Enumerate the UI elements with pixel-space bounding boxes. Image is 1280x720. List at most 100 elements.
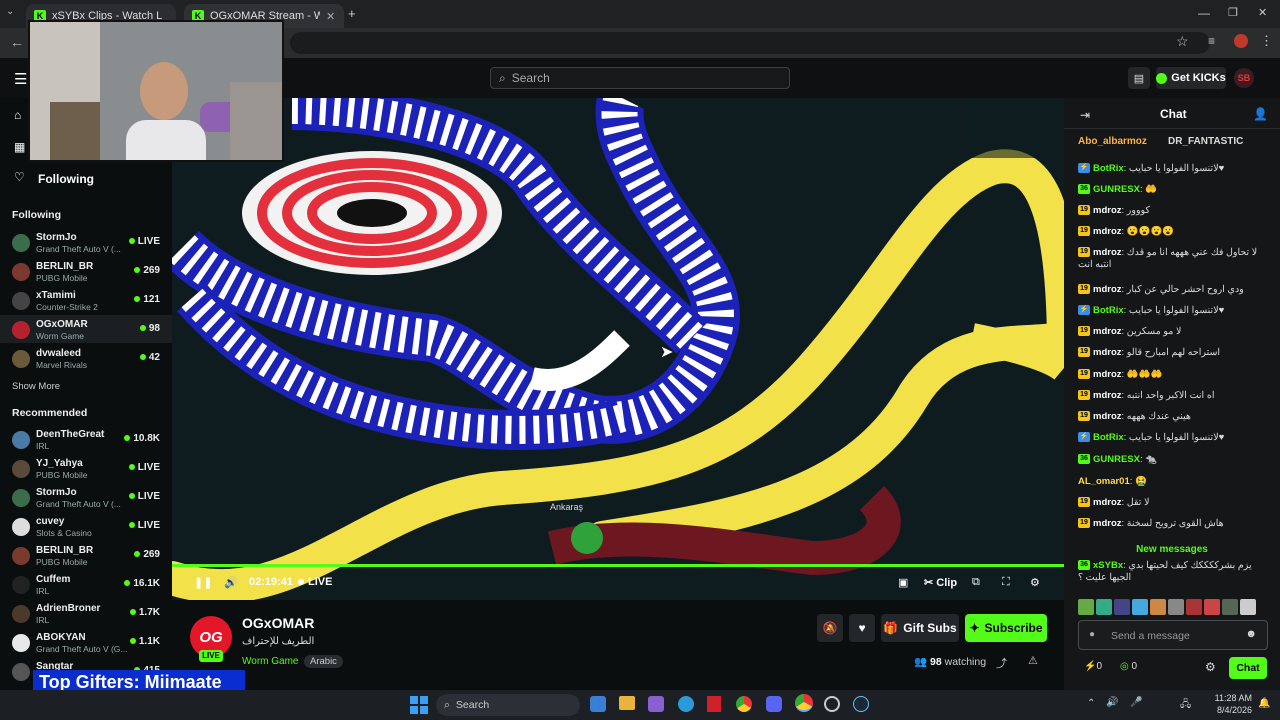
chat-username[interactable]: mdroz — [1093, 326, 1122, 337]
chat-username[interactable]: mdroz — [1093, 390, 1122, 401]
emote-icon[interactable] — [1222, 599, 1238, 615]
close-icon[interactable]: ✕ — [326, 10, 335, 23]
search-input[interactable]: ⌕ Search — [490, 67, 790, 89]
sidebar-item-deenthegreat[interactable]: DeenTheGreat IRL 10.8K — [0, 425, 172, 453]
pinned-user[interactable]: DR_FANTASTIC — [1168, 136, 1243, 147]
emote-icon[interactable] — [1240, 599, 1256, 615]
bookmark-star-icon[interactable]: ☆ — [1176, 33, 1189, 50]
nav-following[interactable]: Following — [38, 172, 94, 186]
follow-button[interactable]: ♥ — [849, 614, 875, 642]
sidebar-item-adrienbroner[interactable]: AdrienBroner IRL 1.7K — [0, 599, 172, 627]
network-icon[interactable]: 🖧 — [1180, 697, 1191, 714]
chat-username[interactable]: mdroz — [1093, 226, 1122, 237]
chat-settings-icon[interactable]: ⚙ — [1205, 660, 1216, 674]
emote-icon[interactable] — [1204, 599, 1220, 615]
chat-username[interactable]: mdroz — [1093, 247, 1122, 258]
store-icon[interactable] — [648, 696, 664, 712]
chat-input[interactable]: ● Send a message ☻ — [1078, 620, 1268, 650]
sidebar-item-xtamimi[interactable]: xTamimi Counter-Strike 2 121 — [0, 286, 172, 314]
chat-username[interactable]: mdroz — [1093, 205, 1122, 216]
notifications-icon[interactable]: 🔔 — [1258, 698, 1270, 709]
clock-date[interactable]: 8/4/2026 — [1204, 705, 1252, 715]
live-indicator[interactable]: LIVE — [298, 576, 332, 588]
volume-tray-icon[interactable]: 🔊 — [1106, 697, 1118, 708]
emote-icon[interactable] — [1078, 599, 1094, 615]
channel-name[interactable]: OGxOMAR — [242, 615, 314, 631]
emote-icon[interactable] — [1168, 599, 1184, 615]
sidebar-item-stormjo[interactable]: StormJo Grand Theft Auto V (... LIVE — [0, 228, 172, 256]
pause-icon[interactable]: ❚❚ — [194, 576, 212, 589]
sidebar-item-cuvey[interactable]: cuvey Slots & Casino LIVE — [0, 512, 172, 540]
edge-icon[interactable] — [678, 696, 694, 712]
settings-gear-icon[interactable]: ⚙ — [1030, 576, 1040, 589]
url-field[interactable] — [290, 32, 1210, 54]
browser-menu-icon[interactable]: ⋮ — [1260, 33, 1273, 49]
sidebar-item-berlin-br[interactable]: BERLIN_BR PUBG Mobile 269 — [0, 541, 172, 569]
sidebar-item-abokyan[interactable]: ABOKYAN Grand Theft Auto V (G... 1.1K — [0, 628, 172, 656]
netflix-icon[interactable] — [707, 696, 721, 712]
emoji-icon[interactable]: ☻ — [1245, 628, 1257, 640]
share-icon[interactable]: ⤴ — [996, 655, 1007, 671]
emote-icon[interactable] — [1096, 599, 1112, 615]
chat-username[interactable]: BotRix — [1093, 163, 1124, 174]
chat-send-button[interactable]: Chat — [1229, 657, 1267, 679]
chat-username[interactable]: AL_omar01 — [1078, 476, 1130, 487]
emote-icon[interactable] — [1186, 599, 1202, 615]
chat-username[interactable]: mdroz — [1093, 518, 1122, 529]
chat-username[interactable]: mdroz — [1093, 369, 1122, 380]
discord-icon[interactable] — [766, 696, 782, 712]
chrome-active-icon[interactable] — [795, 694, 813, 712]
chrome-icon[interactable] — [736, 696, 752, 712]
subscribe-button[interactable]: ✦ Subscribe — [965, 614, 1047, 642]
new-tab-icon[interactable]: + — [348, 6, 356, 21]
home-icon[interactable]: ⌂ — [14, 108, 21, 122]
fullscreen-icon[interactable]: ⛶ — [1002, 576, 1010, 589]
profile-avatar[interactable] — [1234, 34, 1248, 48]
user-avatar[interactable]: SB — [1234, 68, 1254, 88]
emote-icon[interactable] — [1132, 599, 1148, 615]
taskbar-search[interactable]: ⌕ Search — [436, 694, 580, 716]
chat-username[interactable]: mdroz — [1093, 284, 1122, 295]
emote-icon[interactable] — [1114, 599, 1130, 615]
sidebar-item-dvwaleed[interactable]: dvwaleed Marvel Rivals 42 — [0, 344, 172, 372]
file-explorer-icon[interactable] — [619, 696, 635, 710]
tray-chevron-icon[interactable]: ⌃ — [1087, 698, 1095, 709]
language-tag[interactable]: Arabic — [304, 655, 343, 668]
pinned-user[interactable]: Abo_albarmoz — [1078, 136, 1147, 147]
steam-icon[interactable] — [853, 696, 869, 712]
points-balance[interactable]: ◎ 0 — [1120, 661, 1137, 672]
emote-icon[interactable] — [1150, 599, 1166, 615]
chat-users-icon[interactable]: 👤 — [1253, 107, 1268, 121]
clock-time[interactable]: 11:28 AM — [1212, 693, 1252, 703]
sidebar-item-yj-yahya[interactable]: YJ_Yahya PUBG Mobile LIVE — [0, 454, 172, 482]
back-icon[interactable]: ← — [10, 34, 24, 50]
report-icon[interactable]: ⚠ — [1028, 654, 1038, 667]
chat-username[interactable]: BotRix — [1093, 305, 1124, 316]
restore-icon[interactable]: ❐ — [1228, 6, 1238, 19]
stream-category[interactable]: Worm Game — [242, 656, 299, 667]
video-player[interactable]: Ankaraş ➤ — [172, 98, 1064, 600]
sidebar-item-berlin-br[interactable]: BERLIN_BR PUBG Mobile 269 — [0, 257, 172, 285]
collapse-chat-icon[interactable]: ⇥ — [1080, 108, 1090, 122]
kicks-balance[interactable]: ⚡0 — [1084, 661, 1102, 672]
mic-icon[interactable]: 🎤 — [1130, 697, 1142, 708]
show-more-link[interactable]: Show More — [12, 381, 60, 392]
chat-username[interactable]: GUNRESX — [1093, 454, 1140, 465]
task-view-icon[interactable] — [590, 696, 606, 712]
chat-username[interactable]: BotRix — [1093, 432, 1124, 443]
browse-icon[interactable]: ▦ — [14, 140, 25, 154]
mute-notifications-button[interactable]: 🔕 — [817, 614, 843, 642]
clip-button[interactable]: ✂ Clip — [924, 576, 957, 589]
gift-subs-button[interactable]: 🎁 Gift Subs — [881, 614, 959, 642]
chat-username[interactable]: mdroz — [1093, 497, 1122, 508]
chat-username[interactable]: mdroz — [1093, 411, 1122, 422]
window-close-icon[interactable]: ✕ — [1258, 6, 1267, 19]
windows-start-icon[interactable] — [410, 696, 428, 714]
tab-list-icon[interactable]: ⌄ — [6, 6, 20, 20]
media-control-icon[interactable]: ≡ — [1208, 34, 1215, 48]
dashboard-icon[interactable]: ▤ — [1128, 67, 1150, 89]
sidebar-item-ogxomar[interactable]: OGxOMAR Worm Game 98 — [0, 315, 172, 343]
hamburger-menu-icon[interactable]: ☰ — [14, 70, 27, 88]
volume-icon[interactable]: 🔊 — [224, 576, 238, 589]
obs-icon[interactable] — [824, 696, 840, 712]
